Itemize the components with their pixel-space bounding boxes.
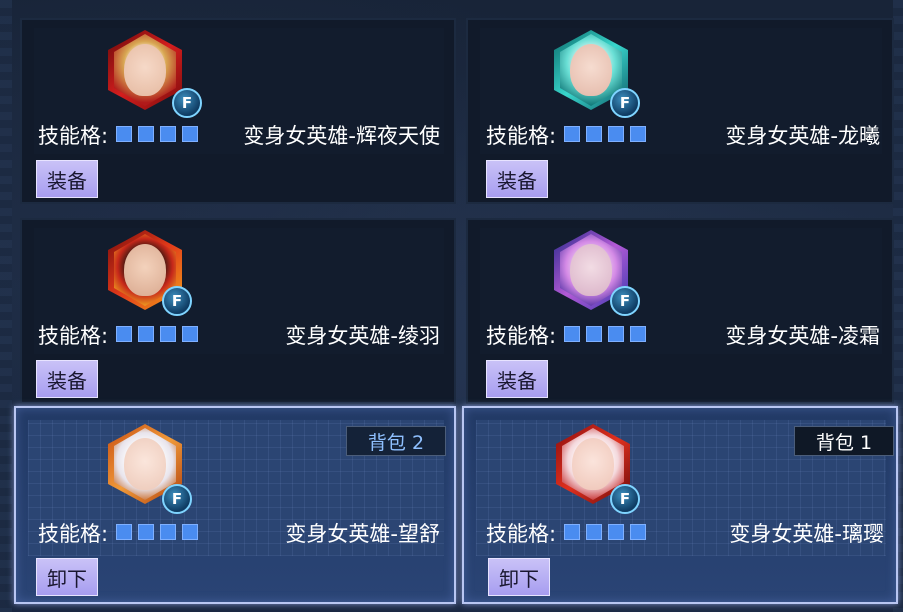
hero-card-lingyu[interactable]: F 技能格: 变身女英雄-绫羽 装备	[20, 218, 456, 404]
skill-slot	[564, 126, 580, 142]
hero-card-huiye[interactable]: F 技能格: 变身女英雄-辉夜天使 装备	[20, 18, 456, 204]
skill-slot	[138, 126, 154, 142]
f-badge-icon: F	[162, 484, 192, 514]
skill-slots	[564, 326, 646, 342]
hero-name: 变身女英雄-辉夜天使	[243, 124, 440, 148]
skill-slot-label: 技能格:	[38, 522, 109, 546]
skill-slot	[182, 126, 198, 142]
skill-slot	[608, 126, 624, 142]
f-badge-icon: F	[610, 286, 640, 316]
f-badge-icon: F	[172, 88, 202, 118]
equip-button[interactable]: 装备	[36, 160, 98, 198]
hero-name: 变身女英雄-龙曦	[725, 124, 880, 148]
skill-slot	[160, 326, 176, 342]
f-badge-icon: F	[610, 484, 640, 514]
hero-name: 变身女英雄-望舒	[285, 522, 440, 546]
skill-slot	[608, 524, 624, 540]
skill-slots	[564, 126, 646, 142]
skill-slot	[116, 326, 132, 342]
skill-slot	[586, 126, 602, 142]
equip-button[interactable]: 装备	[36, 360, 98, 398]
left-frame-border	[0, 0, 12, 612]
skill-slot	[608, 326, 624, 342]
skill-slot	[138, 524, 154, 540]
hero-card-wangshu[interactable]: 背包 2 F 技能格: 变身女英雄-望舒 卸下	[14, 406, 456, 604]
skill-slot	[116, 524, 132, 540]
hero-card-liying[interactable]: 背包 1 F 技能格: 变身女英雄-璃璎 卸下	[462, 406, 898, 604]
skill-slot	[586, 326, 602, 342]
skill-slot	[160, 524, 176, 540]
skill-slot	[564, 524, 580, 540]
unequip-button[interactable]: 卸下	[36, 558, 98, 596]
skill-slot	[564, 326, 580, 342]
bag-tag: 背包 1	[794, 426, 894, 456]
bag-tag: 背包 2	[346, 426, 446, 456]
skill-slot	[630, 326, 646, 342]
skill-slots	[116, 524, 198, 540]
skill-slot	[160, 126, 176, 142]
skill-slot-label: 技能格:	[38, 124, 109, 148]
skill-slots	[564, 524, 646, 540]
hero-card-lingshuang[interactable]: F 技能格: 变身女英雄-凌霜 装备	[466, 218, 894, 404]
skill-slot	[630, 126, 646, 142]
skill-slot-label: 技能格:	[486, 324, 557, 348]
f-badge-icon: F	[162, 286, 192, 316]
skill-slot-label: 技能格:	[486, 124, 557, 148]
skill-slot	[138, 326, 154, 342]
equip-button[interactable]: 装备	[486, 160, 548, 198]
skill-slot	[182, 326, 198, 342]
hero-name: 变身女英雄-凌霜	[725, 324, 880, 348]
skill-slot-label: 技能格:	[38, 324, 109, 348]
skill-slot	[586, 524, 602, 540]
unequip-button[interactable]: 卸下	[488, 558, 550, 596]
skill-slots	[116, 126, 198, 142]
hero-name: 变身女英雄-绫羽	[285, 324, 440, 348]
equip-button[interactable]: 装备	[486, 360, 548, 398]
hero-card-longxi[interactable]: F 技能格: 变身女英雄-龙曦 装备	[466, 18, 894, 204]
f-badge-icon: F	[610, 88, 640, 118]
skill-slot-label: 技能格:	[486, 522, 557, 546]
skill-slots	[116, 326, 198, 342]
skill-slot	[182, 524, 198, 540]
hero-name: 变身女英雄-璃璎	[729, 522, 884, 546]
skill-slot	[116, 126, 132, 142]
skill-slot	[630, 524, 646, 540]
